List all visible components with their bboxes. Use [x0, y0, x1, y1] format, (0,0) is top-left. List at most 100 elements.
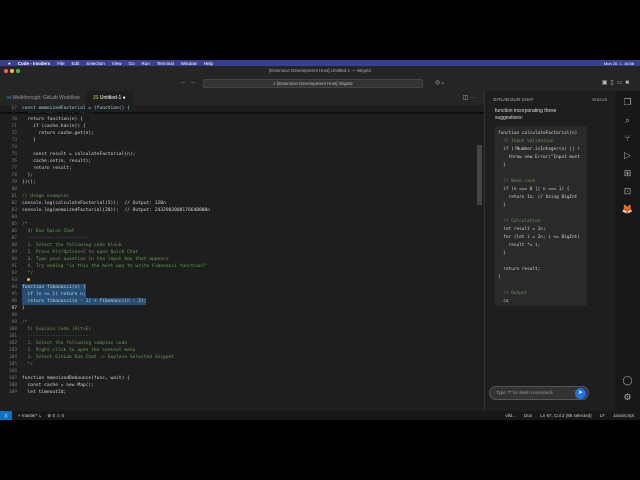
minimize-window-button[interactable]	[10, 69, 14, 73]
menu-edit[interactable]: Edit	[72, 61, 80, 66]
account-icon[interactable]: ◯	[622, 375, 632, 386]
code-line[interactable]: 85 /*	[0, 221, 484, 228]
code-line[interactable]: 95 if (n <= 1) return n;	[0, 291, 484, 298]
chat-code-line	[498, 170, 584, 178]
search-icon[interactable]: ⌕	[625, 115, 630, 126]
line-number: 96	[11, 299, 17, 304]
branch[interactable]: ⑂ master* ↻	[18, 413, 41, 418]
code-line[interactable]: 97}	[0, 305, 484, 312]
gitlab-icon[interactable]: 🦊	[622, 204, 633, 215]
chat-input[interactable]: Type "/" for slash commands ➤	[489, 386, 589, 400]
menu-run[interactable]: Run	[141, 61, 149, 66]
back-forward-icons[interactable]: ← →	[180, 79, 196, 86]
code-line[interactable]: 88 1. Select the following code block	[0, 242, 484, 249]
code-line[interactable]: 81 // Usage examples	[0, 193, 484, 200]
code-line[interactable]: 106	[0, 368, 484, 375]
menu-terminal[interactable]: Terminal	[157, 61, 174, 66]
code-line[interactable]: 79})();	[0, 179, 484, 186]
code-line[interactable]: 107 function memoizedDebounce(func, wait)…	[0, 375, 484, 382]
code-line[interactable]: 78 };	[0, 172, 484, 179]
code-line[interactable]: 104 3. Select GitLab Duo Chat -> Explain…	[0, 354, 484, 361]
sticky-scroll-line[interactable]: 67 const memoizedFactorial = (function() …	[0, 105, 484, 112]
code-line[interactable]: 76 cache.set(n, result);	[0, 158, 484, 165]
menu-help[interactable]: Help	[204, 61, 213, 66]
code-line[interactable]: 100 5) Explain Code (Alt+E)	[0, 326, 484, 333]
code-line[interactable]: 89 2. Press Alt/Option+C to open Quick C…	[0, 249, 484, 256]
menu-selection[interactable]: Selection	[86, 61, 105, 66]
code-line[interactable]: 101 ----------------------	[0, 333, 484, 340]
code-line[interactable]: 102 1. Select the following complex code	[0, 340, 484, 347]
status-bar: ⟩⟨ ⑂ master* ↻ ⊗ 0 ⚠ 0 vikt... Duo Ln 97…	[0, 411, 640, 420]
code-line[interactable]: 96 return fibonacci(n - 1) + fibonacci(n…	[0, 298, 484, 305]
tab-walkthrough[interactable]: ⋊ Walkthrough: GitLab Workflow	[0, 91, 87, 105]
command-center[interactable]: ⌕ [Extension Development Host] Wiget2	[203, 79, 423, 88]
code-line[interactable]: 87 ----------------------	[0, 235, 484, 242]
code-line[interactable]: 93 ●	[0, 277, 484, 284]
line-number: 77	[11, 166, 17, 171]
code-line[interactable]: 77 return result;	[0, 165, 484, 172]
code-text: };	[22, 173, 34, 178]
code-line[interactable]: 103 2. Right-click to open the context m…	[0, 347, 484, 354]
remote-explorer-icon[interactable]: ⊡	[624, 186, 632, 197]
cursor-position[interactable]: Ln 97, Col 2 (95 selected)	[540, 413, 592, 418]
extensions-icon[interactable]: ⊞	[624, 168, 632, 179]
code-line[interactable]: 82 console.log(calculateFactorial(5)); //…	[0, 200, 484, 207]
close-window-button[interactable]	[4, 69, 8, 73]
code-editor[interactable]: 67 const memoizedFactorial = (function() …	[0, 105, 484, 411]
remote-icon[interactable]: ⟩⟨	[0, 411, 12, 420]
code-line[interactable]: 70 return function(n) {	[0, 116, 484, 123]
chat-input-placeholder: Type "/" for slash commands	[496, 390, 553, 395]
copilot-icon[interactable]: ◎⌄	[435, 79, 445, 86]
app-menu[interactable]: Code - Insiders	[18, 61, 51, 66]
editor-scrollbar[interactable]	[477, 145, 482, 205]
code-line[interactable]: 86 4) Duo Quick Chat	[0, 228, 484, 235]
code-line[interactable]: 92 */	[0, 270, 484, 277]
clock[interactable]: Mon 20. 1. 16:56	[604, 61, 640, 66]
tab-untitled-1[interactable]: JS Untitled-1 ●	[86, 91, 133, 105]
code-line[interactable]: 98	[0, 312, 484, 319]
layout-controls-icons[interactable]: ▣▯▭■	[602, 79, 632, 86]
code-text: function memoizedDebounce(func, wait) {	[22, 376, 130, 381]
run-debug-icon[interactable]: ▷	[624, 150, 631, 161]
code-line[interactable]: 84	[0, 214, 484, 221]
eol[interactable]: LF	[600, 413, 605, 418]
chat-code-line: }	[498, 203, 506, 208]
line-number: 84	[11, 215, 17, 220]
menu-file[interactable]: File	[57, 61, 64, 66]
menu-view[interactable]: View	[112, 61, 122, 66]
menu-window[interactable]: Window	[181, 61, 197, 66]
send-icon[interactable]: ➤	[575, 388, 586, 399]
code-line[interactable]: 75 const result = calculateFactorial(n);	[0, 151, 484, 158]
zoom-window-button[interactable]	[16, 69, 20, 73]
code-line[interactable]: 90 3. Type your question in the input bo…	[0, 256, 484, 263]
explorer-icon[interactable]: ❐	[623, 97, 631, 108]
code-line[interactable]: 80	[0, 186, 484, 193]
code-line[interactable]: 105 */	[0, 361, 484, 368]
code-line[interactable]: 72 return cache.get(n);	[0, 130, 484, 137]
menu-go[interactable]: Go	[128, 61, 134, 66]
code-line[interactable]: 91 4. Try asking "is this the best way t…	[0, 263, 484, 270]
line-number: 85	[11, 222, 17, 227]
editor-tabs: ⋊ Walkthrough: GitLab Workflow JS Untitl…	[0, 91, 484, 105]
code-line[interactable]: 109 let timeoutId;	[0, 389, 484, 396]
source-control-icon[interactable]: ⑂	[625, 133, 630, 143]
code-line[interactable]: 99 /*	[0, 319, 484, 326]
code-line[interactable]: 73 }	[0, 137, 484, 144]
line-number: 95	[11, 292, 17, 297]
code-line[interactable]: 108 const cache = new Map();	[0, 382, 484, 389]
line-number: 79	[11, 180, 17, 185]
apple-icon[interactable]: ●	[8, 61, 11, 66]
duo-status[interactable]: Duo	[524, 413, 532, 418]
account-status[interactable]: vikt...	[505, 413, 516, 418]
code-line[interactable]: 71 if (cache.has(n)) {	[0, 123, 484, 130]
problems[interactable]: ⊗ 0 ⚠ 0	[47, 413, 64, 419]
code-line[interactable]: 83 console.log(memoizedFactorial(20)); //…	[0, 207, 484, 214]
gear-icon[interactable]: ⚙	[623, 392, 631, 403]
line-number: 106	[8, 369, 17, 374]
lightbulb-icon[interactable]: ●	[27, 277, 30, 284]
code-line[interactable]: 74	[0, 144, 484, 151]
window-title: [Extension Development Host] Untitled-1 …	[268, 68, 372, 73]
split-editor-and-more-icons[interactable]: ◫ ···	[463, 91, 484, 105]
code-line[interactable]: 94 function fibonacci(n) {	[0, 284, 484, 291]
language-mode[interactable]: JavaScript	[613, 413, 634, 418]
